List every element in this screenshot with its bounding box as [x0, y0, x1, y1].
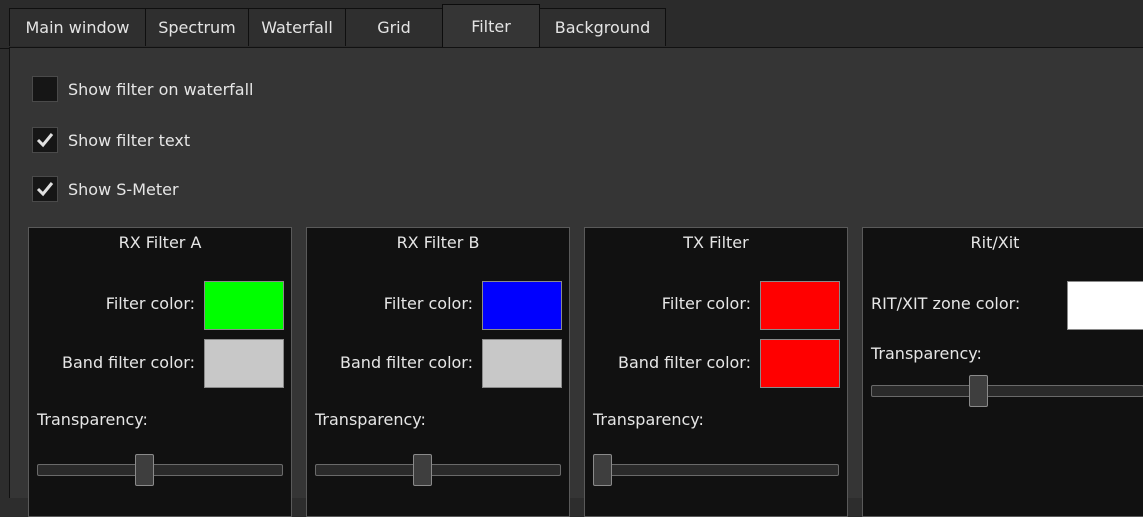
transparency-slider-handle[interactable]: [134, 454, 154, 486]
transparency-slider-handle[interactable]: [593, 454, 612, 486]
tab-main-window[interactable]: Main window: [9, 8, 146, 46]
show-s-meter-checkbox[interactable]: [32, 176, 58, 202]
transparency-label: Transparency:: [593, 410, 704, 429]
band-filter-color-swatch[interactable]: [204, 339, 284, 388]
band-filter-color-swatch[interactable]: [482, 339, 562, 388]
transparency-slider[interactable]: [37, 464, 283, 476]
group-title: RX Filter A: [118, 233, 202, 252]
tx-filter-group: TX Filter Filter color: Band filter colo…: [584, 227, 848, 517]
group-title: RX Filter B: [396, 233, 480, 252]
band-filter-color-swatch[interactable]: [760, 339, 840, 388]
tab-bar: Main window Spectrum Waterfall Grid Filt…: [0, 0, 1143, 49]
filter-color-label: Filter color:: [383, 294, 473, 313]
filter-color-label: Filter color:: [661, 294, 751, 313]
show-s-meter-label: Show S-Meter: [68, 179, 179, 199]
group-title: Rit/Xit: [970, 233, 1020, 252]
show-filter-on-waterfall-option[interactable]: Show filter on waterfall: [32, 76, 254, 102]
show-filter-text-option[interactable]: Show filter text: [32, 127, 190, 153]
rx-filter-a-group: RX Filter A Filter color: Band filter co…: [28, 227, 292, 517]
band-filter-color-label: Band filter color:: [340, 353, 473, 372]
rx-filter-b-group: RX Filter B Filter color: Band filter co…: [306, 227, 570, 517]
transparency-slider[interactable]: [871, 385, 1143, 397]
show-filter-text-label: Show filter text: [68, 130, 191, 150]
transparency-label: Transparency:: [871, 344, 982, 363]
tab-grid[interactable]: Grid: [345, 8, 443, 46]
band-filter-color-label: Band filter color:: [618, 353, 751, 372]
filter-color-swatch[interactable]: [760, 281, 840, 330]
show-filter-on-waterfall-label: Show filter on waterfall: [68, 79, 254, 99]
transparency-slider[interactable]: [593, 464, 839, 476]
transparency-label: Transparency:: [37, 410, 148, 429]
filter-color-swatch[interactable]: [482, 281, 562, 330]
show-filter-text-checkbox[interactable]: [32, 127, 58, 153]
rit-xit-zone-color-swatch[interactable]: [1067, 281, 1143, 330]
rit-xit-group: Rit/Xit RIT/XIT zone color: Transparency…: [862, 227, 1143, 517]
transparency-slider-handle[interactable]: [968, 375, 988, 407]
transparency-label: Transparency:: [315, 410, 426, 429]
filter-color-swatch[interactable]: [204, 281, 284, 330]
checkmark-icon: [36, 182, 54, 197]
show-filter-on-waterfall-checkbox[interactable]: [32, 76, 58, 102]
filter-color-label: Filter color:: [105, 294, 195, 313]
checkmark-icon: [36, 133, 54, 148]
tab-waterfall[interactable]: Waterfall: [248, 8, 346, 46]
tab-spectrum[interactable]: Spectrum: [145, 8, 249, 46]
transparency-slider-handle[interactable]: [412, 454, 432, 486]
group-title: TX Filter: [683, 233, 749, 252]
band-filter-color-label: Band filter color:: [62, 353, 195, 372]
tab-filter[interactable]: Filter: [442, 4, 540, 48]
show-s-meter-option[interactable]: Show S-Meter: [32, 176, 179, 202]
tab-background[interactable]: Background: [539, 8, 666, 46]
transparency-slider[interactable]: [315, 464, 561, 476]
rit-xit-zone-color-label: RIT/XIT zone color:: [871, 294, 1021, 313]
